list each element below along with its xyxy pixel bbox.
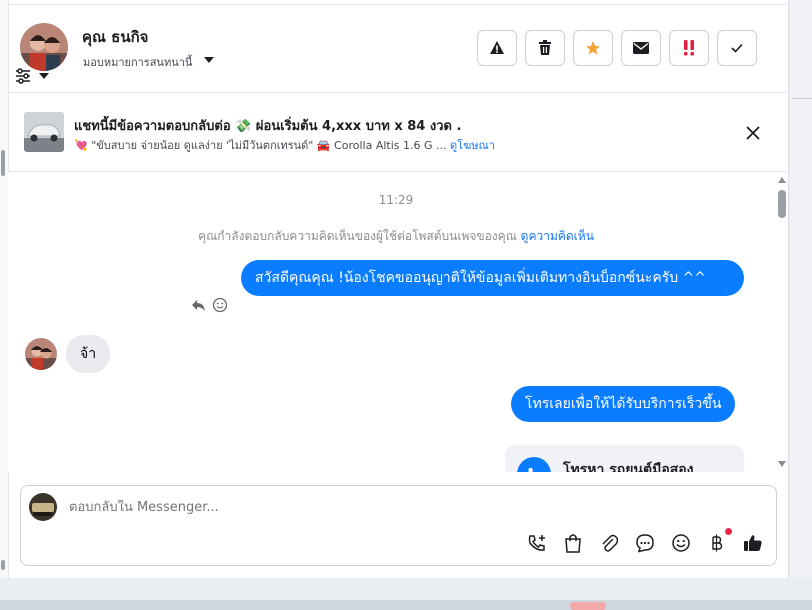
- warning-icon: [490, 41, 504, 54]
- delete-button[interactable]: [525, 30, 565, 66]
- call-card-title: โทรหา รถยนต์มือสอง: [563, 462, 694, 472]
- emoji-icon: [672, 534, 690, 552]
- contact-avatar[interactable]: [20, 23, 68, 71]
- taskbar-item[interactable]: [570, 602, 606, 610]
- view-comment-link[interactable]: ดูความคิดเห็น: [521, 229, 594, 243]
- taskbar-strip: [0, 600, 812, 610]
- attach-button[interactable]: [598, 532, 620, 554]
- envelope-icon: [633, 42, 649, 54]
- checkmark-icon: [731, 43, 743, 53]
- payment-button[interactable]: [706, 528, 732, 554]
- outgoing-message[interactable]: โทรเลยเพื่อให้ได้รับบริการเร็วขึ้น: [511, 386, 736, 422]
- message-input[interactable]: [69, 500, 669, 515]
- done-button[interactable]: [717, 30, 757, 66]
- header-actions: [477, 30, 757, 66]
- right-divider: [792, 98, 812, 99]
- trash-icon: [539, 40, 551, 55]
- reply-icon[interactable]: [190, 297, 206, 313]
- report-button[interactable]: [477, 30, 517, 66]
- messenger-inbox-panel: คุณ ธนกิจ มอบหมายการสนทนานี้ แชทนี้มีข้อ…: [0, 0, 789, 578]
- chat-bubble-icon: [636, 534, 654, 553]
- saved-replies-button[interactable]: [634, 532, 656, 554]
- page-avatar: [29, 493, 57, 521]
- important-button[interactable]: [669, 30, 709, 66]
- close-icon[interactable]: [744, 124, 762, 142]
- incoming-message[interactable]: จ้า: [66, 335, 111, 373]
- outgoing-message[interactable]: สวัสดีคุณคุณ !น้องโชคขออนุญาติให้ข้อมูลเ…: [241, 260, 744, 296]
- notification-dot: [725, 528, 732, 535]
- filters-icon[interactable]: [14, 67, 32, 85]
- call-add-button[interactable]: [526, 532, 548, 554]
- ad-reply-banner: แชทนี้มีข้อความตอบกลับต่อ 💸 ผ่อนเริ่มต้น…: [8, 93, 788, 172]
- star-icon: [586, 41, 600, 55]
- react-emoji-icon[interactable]: [212, 297, 228, 313]
- ad-subtitle-text: 💘 "ขับสบาย จ่ายน้อย ดูแลง่าย 'ไม่มีวันตก…: [74, 139, 447, 152]
- contact-name[interactable]: คุณ ธนกิจ: [82, 25, 148, 49]
- call-card-icon: [517, 457, 551, 472]
- emoji-button[interactable]: [670, 532, 692, 554]
- star-button[interactable]: [573, 30, 613, 66]
- message-tools: [190, 297, 228, 313]
- call-button-card[interactable]: โทรหา รถยนต์มือสอง: [505, 445, 744, 472]
- scrollbar-thumb[interactable]: [778, 190, 786, 218]
- comment-reply-notice: คุณกำลังตอบกลับความคิดเห็นของผู้ใช้ต่อโพ…: [8, 227, 784, 246]
- baht-icon: [712, 534, 723, 552]
- assign-conversation-label[interactable]: มอบหมายการสนทนานี้: [83, 53, 192, 71]
- reply-composer: [20, 485, 777, 566]
- left-scrollbar-thumb[interactable]: [1, 150, 5, 176]
- contact-avatar-small[interactable]: [25, 338, 57, 370]
- message-timestamp: 11:29: [378, 193, 414, 207]
- window-bottom-bar: [0, 578, 812, 610]
- ad-title: แชทนี้มีข้อความตอบกลับต่อ 💸 ผ่อนเริ่มต้น…: [74, 119, 462, 134]
- view-ad-link[interactable]: ดูโฆษณา: [450, 139, 495, 152]
- message-thread: 11:29 คุณกำลังตอบกลับความคิดเห็นของผู้ใช…: [8, 172, 788, 472]
- scroll-up-icon[interactable]: [778, 176, 786, 184]
- thumbs-up-icon: [744, 535, 762, 551]
- comment-reply-notice-text: คุณกำลังตอบกลับความคิดเห็นของผู้ใช้ต่อโพ…: [198, 229, 517, 243]
- bag-icon: [565, 534, 581, 553]
- chevron-down-icon[interactable]: [38, 71, 50, 81]
- exclamation-icon: [684, 40, 694, 56]
- scroll-down-icon[interactable]: [778, 460, 786, 468]
- shop-button[interactable]: [562, 532, 584, 554]
- like-button[interactable]: [742, 532, 764, 554]
- ad-subtitle: 💘 "ขับสบาย จ่ายน้อย ดูแลง่าย 'ไม่มีวันตก…: [74, 136, 495, 154]
- assign-caret-icon[interactable]: [202, 53, 216, 67]
- paperclip-icon: [602, 534, 618, 552]
- phone-icon: [528, 468, 533, 472]
- ad-thumbnail[interactable]: [24, 112, 64, 152]
- call-add-icon: [528, 535, 545, 551]
- composer-toolbar: [526, 528, 764, 554]
- thread-scrollbar[interactable]: [776, 172, 788, 472]
- left-scrollbar-thumb-lower[interactable]: [1, 560, 5, 570]
- right-side-panel-edge: [790, 0, 812, 578]
- mark-unread-button[interactable]: [621, 30, 661, 66]
- conversation-header: คุณ ธนกิจ มอบหมายการสนทนานี้: [8, 5, 788, 93]
